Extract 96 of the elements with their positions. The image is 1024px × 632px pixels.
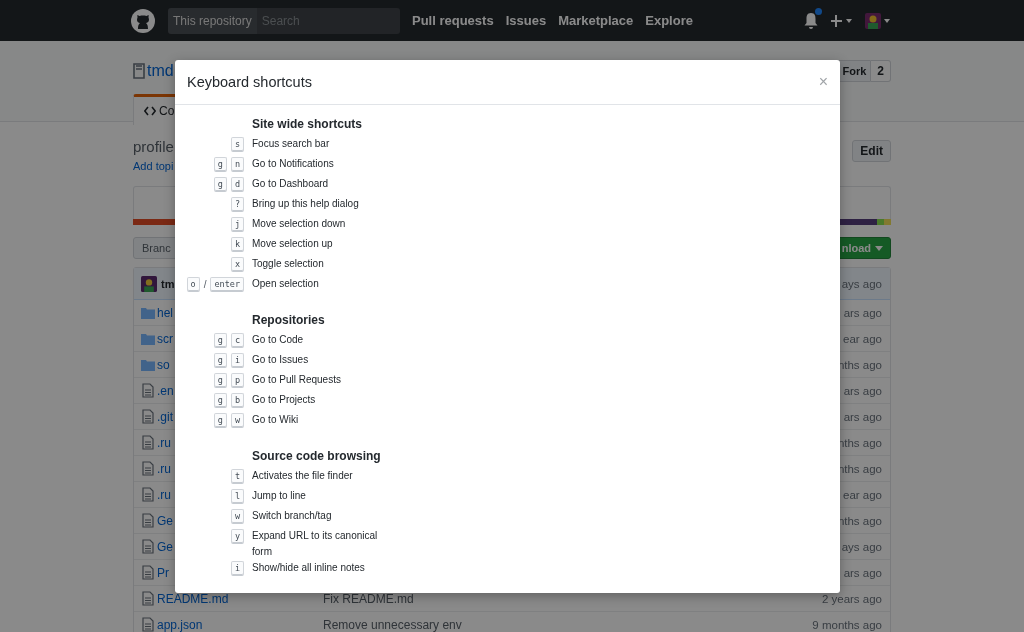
keyboard-key: l xyxy=(230,488,244,504)
commit-message[interactable]: Fix README.md xyxy=(323,591,414,606)
keyboard-key: i xyxy=(230,352,244,368)
keyboard-key: ? xyxy=(230,196,244,212)
keyboard-key: s xyxy=(230,136,244,152)
search-scope[interactable]: This repository xyxy=(168,7,257,34)
file-icon xyxy=(141,617,155,632)
shortcut-description: Toggle selection xyxy=(252,257,325,271)
add-topic-link[interactable]: Add topi xyxy=(133,160,174,172)
file-name-link[interactable]: README.md xyxy=(157,591,321,606)
keyboard-key: g xyxy=(213,392,227,408)
keyboard-key: y xyxy=(230,528,244,544)
bell-icon[interactable] xyxy=(803,11,819,30)
avatar xyxy=(141,275,157,292)
shortcut-description: Open selection xyxy=(252,277,320,291)
file-icon xyxy=(141,409,155,424)
shortcut-description: Expand URL to its canonical form xyxy=(252,529,379,559)
keyboard-key: c xyxy=(230,332,244,348)
key-separator: / xyxy=(203,278,207,290)
keyboard-key: j xyxy=(230,216,244,232)
keyboard-key: enter xyxy=(210,276,244,292)
keyboard-key: i xyxy=(230,560,244,576)
keyboard-key: n xyxy=(230,156,244,172)
repo-description: profile xyxy=(133,138,174,155)
octocat-logo-icon[interactable] xyxy=(131,8,155,33)
section-heading: Source code browsing xyxy=(252,448,381,464)
shortcut-description: Go to Wiki xyxy=(252,413,300,427)
close-button[interactable]: × xyxy=(816,73,830,91)
plus-dropdown-icon[interactable] xyxy=(831,14,853,27)
keyboard-key: g xyxy=(213,412,227,428)
folder-icon xyxy=(141,358,155,371)
keyboard-key: d xyxy=(230,176,244,192)
commit-message[interactable]: Remove unnecessary env xyxy=(323,617,462,632)
edit-button[interactable]: Edit xyxy=(852,140,891,162)
nav-link[interactable]: Marketplace xyxy=(558,13,634,28)
shortcut-description: Go to Notifications xyxy=(252,157,335,171)
file-icon xyxy=(141,513,155,528)
shortcut-description: Move selection down xyxy=(252,217,347,231)
avatar-dropdown-icon[interactable] xyxy=(865,12,891,29)
file-name-link[interactable]: app.json xyxy=(157,617,321,632)
shortcut-description: Go to Pull Requests xyxy=(252,373,342,387)
nav-link[interactable]: Issues xyxy=(505,13,547,28)
keyboard-key: w xyxy=(230,412,244,428)
fork-count[interactable]: 2 xyxy=(871,60,891,82)
commit-author[interactable]: tm xyxy=(161,277,175,290)
shortcut-description: Activates the file finder xyxy=(252,469,354,483)
keyboard-key: g xyxy=(213,156,227,172)
keyboard-key: k xyxy=(230,236,244,252)
folder-icon xyxy=(141,332,155,345)
file-age: ear ago xyxy=(843,488,882,501)
section-heading: Site wide shortcuts xyxy=(252,116,363,132)
keyboard-key: g xyxy=(213,332,227,348)
nav-link[interactable]: Explore xyxy=(645,13,693,28)
keyboard-key: g xyxy=(213,352,227,368)
file-age: ays ago xyxy=(841,540,882,553)
file-age: ars ago xyxy=(843,410,882,423)
file-icon xyxy=(141,487,155,502)
shortcut-description: Move selection up xyxy=(252,237,334,251)
file-icon xyxy=(141,435,155,450)
section-heading: Repositories xyxy=(252,312,325,328)
file-age: ear ago xyxy=(843,332,882,345)
file-age: ars ago xyxy=(843,306,882,319)
shortcut-description: Jump to line xyxy=(252,489,307,503)
file-icon xyxy=(141,383,155,398)
file-age: ars ago xyxy=(843,566,882,579)
file-age: 2 years ago xyxy=(821,592,882,605)
file-icon xyxy=(141,461,155,476)
repo-name-link[interactable]: tmd xyxy=(147,62,174,80)
shortcut-description: Go to Code xyxy=(252,333,305,347)
keyboard-key: x xyxy=(230,256,244,272)
keyboard-key: g xyxy=(213,176,227,192)
nav-link[interactable]: Pull requests xyxy=(412,13,494,28)
shortcut-description: Show/hide all inline notes xyxy=(252,561,366,575)
folder-icon xyxy=(141,306,155,319)
book-icon xyxy=(133,63,145,79)
commit-time: ays ago xyxy=(841,277,882,290)
code-icon xyxy=(144,106,156,116)
shortcut-description: Switch branch/tag xyxy=(252,509,333,523)
shortcut-description: Go to Issues xyxy=(252,353,310,367)
file-age: ars ago xyxy=(843,384,882,397)
file-icon xyxy=(141,565,155,580)
keyboard-key: b xyxy=(230,392,244,408)
keyboard-key: w xyxy=(230,508,244,524)
keyboard-key: t xyxy=(230,468,244,484)
file-icon xyxy=(141,539,155,554)
file-age: 9 months ago xyxy=(812,618,882,631)
keyboard-key: o xyxy=(186,276,200,292)
file-icon xyxy=(141,591,155,606)
shortcut-description: Go to Dashboard xyxy=(252,177,330,191)
shortcut-description: Go to Projects xyxy=(252,393,317,407)
shortcut-description: Focus search bar xyxy=(252,137,331,151)
keyboard-key: g xyxy=(213,372,227,388)
caret-icon xyxy=(875,245,883,251)
dialog-title: Keyboard shortcuts xyxy=(187,74,312,90)
shortcut-description: Bring up this help dialog xyxy=(252,197,360,211)
keyboard-key: p xyxy=(230,372,244,388)
